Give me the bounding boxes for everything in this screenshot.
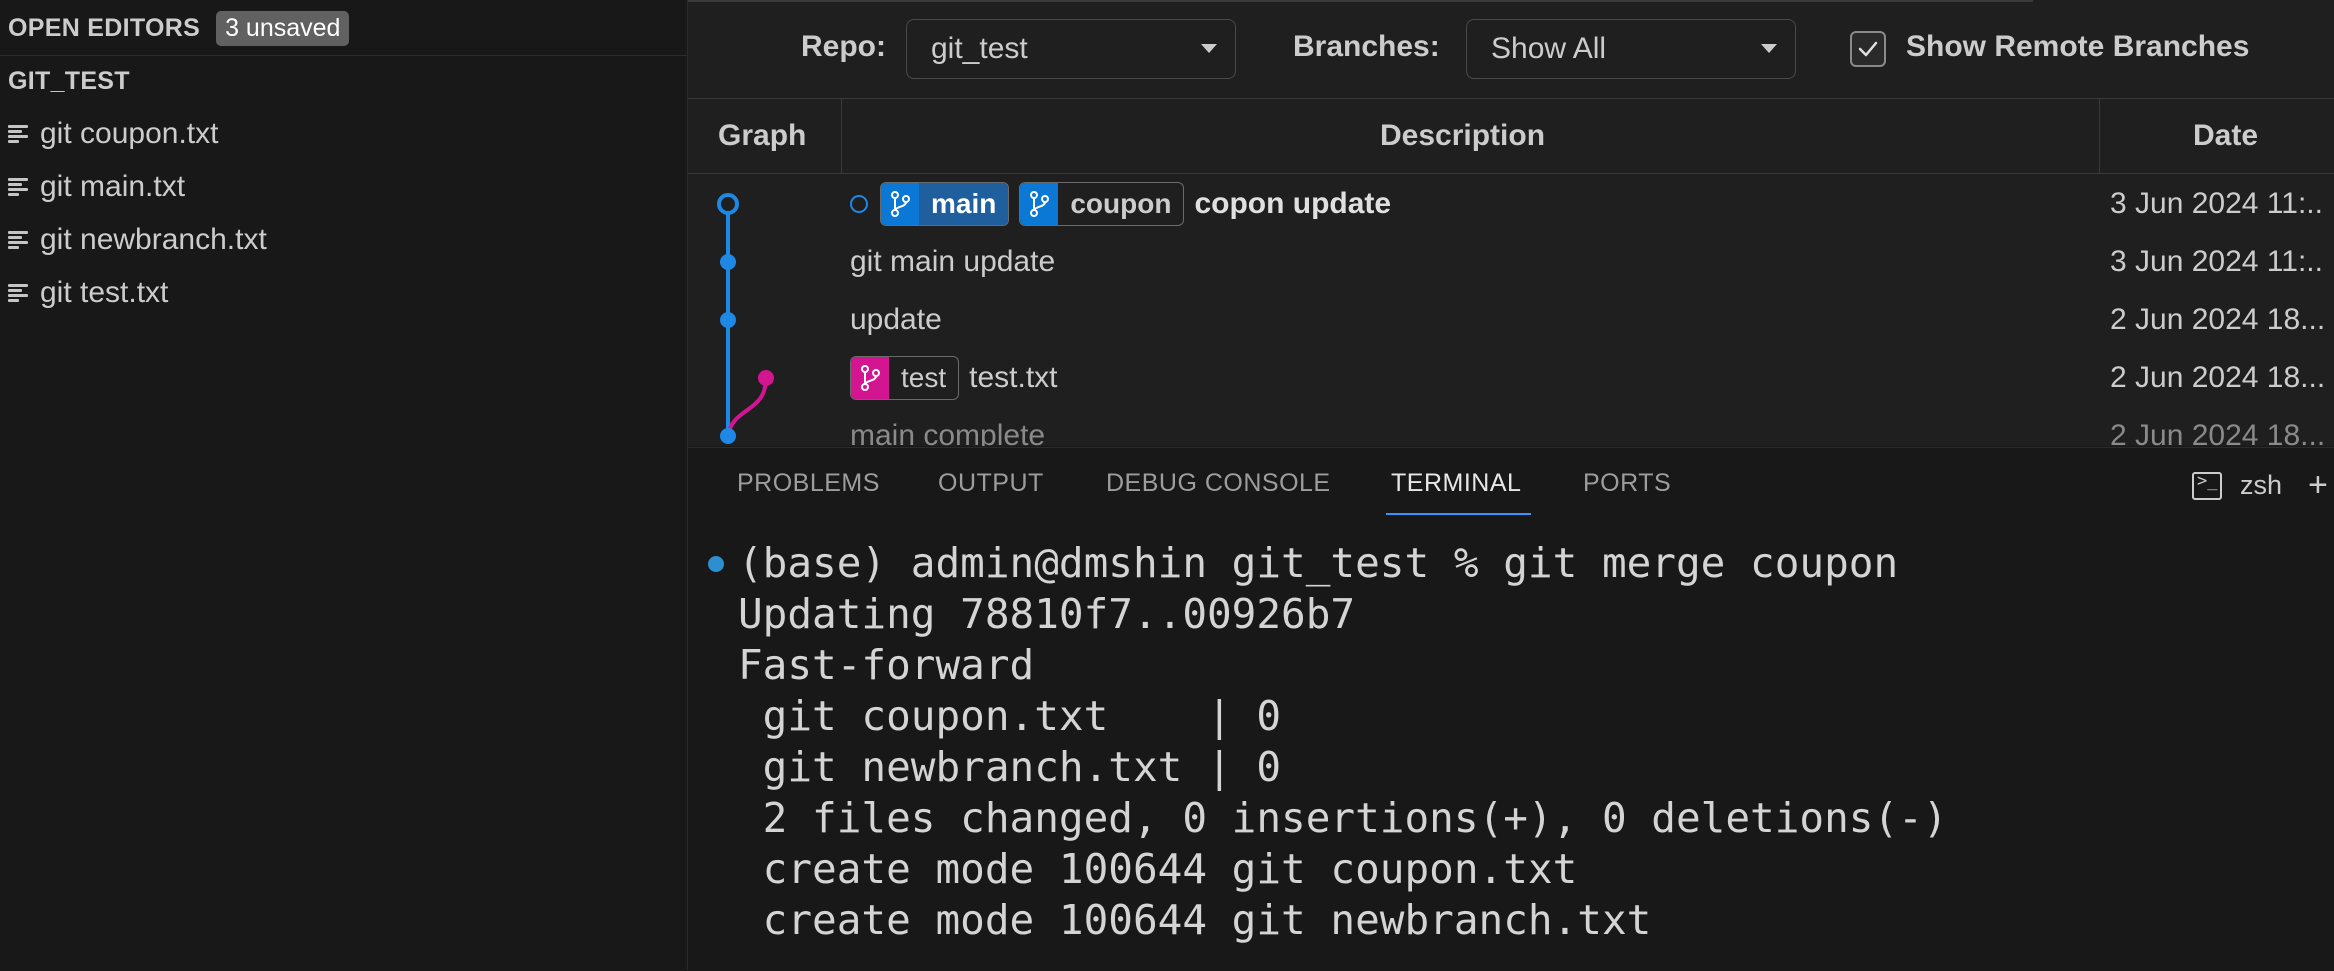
branch-name: main (919, 183, 1009, 225)
tab-terminal[interactable]: TERMINAL (1391, 448, 1521, 518)
commit-list: main coupon copon update 3 Jun 2024 11:.… (688, 175, 2334, 446)
show-remote-branches-checkbox[interactable] (1850, 31, 1886, 67)
tab-output[interactable]: OUTPUT (938, 448, 1044, 518)
command-status-icon (708, 556, 724, 572)
commit-row[interactable]: test test.txt 2 Jun 2024 18... (688, 349, 2334, 407)
folder-title[interactable]: GIT_TEST (8, 67, 130, 96)
chevron-down-icon (1761, 44, 1777, 53)
file-name: git test.txt (40, 275, 169, 309)
git-graph-view: Repo: git_test Branches: Show All Show R… (688, 0, 2334, 446)
branch-icon (1020, 183, 1059, 225)
repo-label: Repo: (801, 30, 886, 63)
branch-ref-coupon[interactable]: coupon (1019, 182, 1185, 226)
terminal-line: git coupon.txt | 0 (738, 692, 1282, 740)
file-name: git main.txt (40, 169, 186, 203)
commit-row[interactable]: main complete 2 Jun 2024 18... (688, 407, 2334, 446)
text-file-icon (8, 229, 28, 251)
tab-problems[interactable]: PROBLEMS (737, 448, 880, 518)
add-terminal-icon[interactable]: + (2308, 466, 2328, 505)
terminal-line: (base) admin@dmshin git_test % git merge… (738, 539, 1899, 587)
shell-name[interactable]: zsh (2240, 470, 2282, 501)
show-remote-branches-label: Show Remote Branches (1906, 30, 2250, 63)
section-divider (0, 55, 687, 56)
text-file-icon (8, 123, 28, 145)
commit-date: 3 Jun 2024 11:.. (2110, 245, 2323, 278)
branch-icon (881, 183, 919, 225)
commit-message: copon update (1194, 187, 1392, 220)
tab-ports[interactable]: PORTS (1583, 448, 1671, 518)
date-column-header[interactable]: Date (2193, 99, 2258, 173)
branch-name: test (901, 362, 947, 393)
description-column-header[interactable]: Description (1380, 99, 1545, 173)
terminal-icon[interactable]: >_ (2192, 471, 2222, 500)
commit-message: update (850, 303, 942, 336)
chevron-down-icon (1201, 44, 1217, 53)
commit-description: test test.txt (850, 349, 1058, 407)
commit-message: git main update (850, 245, 1056, 278)
commit-date: 2 Jun 2024 18... (2110, 303, 2326, 336)
active-tab-indicator (1386, 513, 1531, 515)
terminal-line: create mode 100644 git coupon.txt (738, 845, 1578, 893)
terminal-line: 2 files changed, 0 insertions(+), 0 dele… (738, 794, 1948, 842)
repo-dropdown-value: git_test (931, 32, 1028, 65)
open-editors-title: OPEN EDITORS (8, 13, 201, 42)
file-item[interactable]: git main.txt (0, 160, 687, 213)
git-graph-controls: Repo: git_test Branches: Show All Show R… (688, 0, 2334, 99)
file-item[interactable]: git test.txt (0, 266, 687, 319)
checkmark-icon (1858, 41, 1878, 57)
tab-debug-console[interactable]: DEBUG CONSOLE (1106, 448, 1331, 518)
branch-ref-test[interactable]: test (850, 356, 960, 400)
working-tree-icon (850, 195, 868, 213)
commit-row[interactable]: git main update 3 Jun 2024 11:.. (688, 233, 2334, 291)
open-editors-list: git coupon.txt git main.txt git newbranc… (0, 107, 687, 319)
file-item[interactable]: git newbranch.txt (0, 213, 687, 266)
bottom-panel: PROBLEMS OUTPUT DEBUG CONSOLE TERMINAL P… (688, 447, 2334, 971)
repo-dropdown[interactable]: git_test (906, 19, 1236, 79)
branches-dropdown-value: Show All (1491, 32, 1607, 65)
commit-description: main coupon copon update (850, 175, 1391, 233)
branch-ref-main[interactable]: main (880, 182, 1010, 226)
commit-message: main complete (850, 419, 1046, 446)
branch-name: coupon (1070, 188, 1172, 219)
commit-date: 3 Jun 2024 11:.. (2110, 187, 2323, 220)
branch-icon (851, 357, 889, 399)
commit-date: 2 Jun 2024 18... (2110, 361, 2326, 394)
file-name: git coupon.txt (40, 116, 219, 150)
column-divider[interactable] (841, 99, 842, 173)
text-file-icon (8, 282, 28, 304)
commit-row[interactable]: update 2 Jun 2024 18... (688, 291, 2334, 349)
branches-dropdown[interactable]: Show All (1466, 19, 1796, 79)
commit-table-header: Graph Description Date (688, 99, 2334, 174)
panel-tabs: PROBLEMS OUTPUT DEBUG CONSOLE TERMINAL P… (688, 448, 2334, 518)
commit-row[interactable]: main coupon copon update 3 Jun 2024 11:.… (688, 175, 2334, 233)
column-divider[interactable] (2099, 99, 2100, 173)
unsaved-badge: 3 unsaved (216, 10, 350, 46)
explorer-sidebar: OPEN EDITORS 3 unsaved GIT_TEST git coup… (0, 0, 688, 970)
text-file-icon (8, 176, 28, 198)
terminal-line: create mode 100644 git newbranch.txt (738, 896, 1652, 944)
commit-date: 2 Jun 2024 18... (2110, 419, 2326, 446)
open-editors-header[interactable]: OPEN EDITORS 3 unsaved (8, 8, 350, 48)
branches-label: Branches: (1293, 30, 1440, 63)
commit-message: test.txt (969, 361, 1058, 394)
file-name: git newbranch.txt (40, 222, 267, 256)
terminal-line: git newbranch.txt | 0 (738, 743, 1282, 791)
graph-column-header[interactable]: Graph (718, 99, 806, 173)
file-item[interactable]: git coupon.txt (0, 107, 687, 160)
terminal-line: Updating 78810f7..00926b7 (738, 590, 1356, 638)
terminal-line: Fast-forward (738, 641, 1035, 689)
terminal-output[interactable]: (base) admin@dmshin git_test % git merge… (688, 518, 2334, 971)
